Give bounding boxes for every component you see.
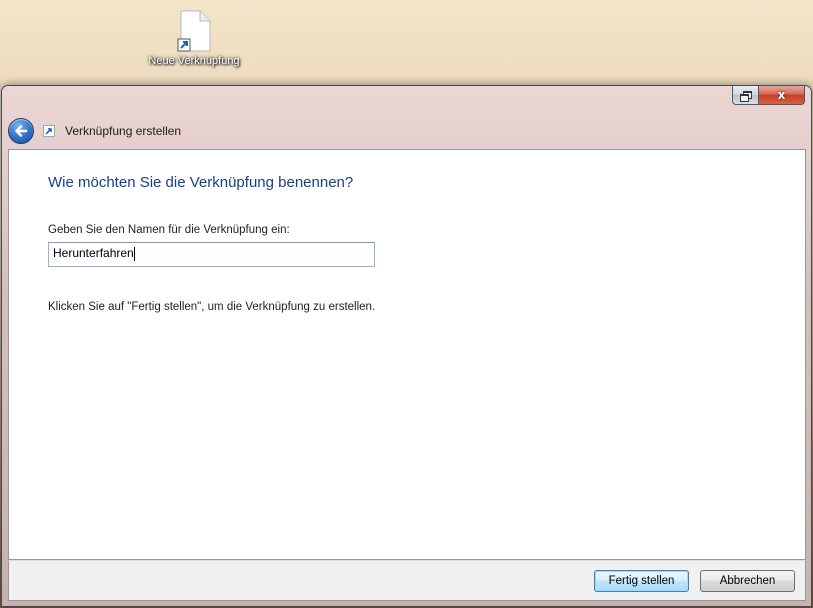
finish-hint-text: Klicken Sie auf "Fertig stellen", um die… — [48, 301, 376, 313]
shortcut-name-input[interactable]: Herunterfahren — [48, 242, 375, 267]
shortcut-name-value: Herunterfahren — [53, 246, 134, 260]
wizard-footer: Fertig stellen Abbrechen — [8, 560, 806, 601]
restore-button[interactable] — [732, 86, 759, 105]
desktop-shortcut[interactable]: Neue Verknüpfung — [140, 10, 248, 80]
back-button[interactable] — [8, 118, 34, 144]
shortcut-name-label: Geben Sie den Namen für die Verknüpfung … — [48, 224, 290, 236]
restore-icon — [740, 90, 752, 102]
shortcut-wizard-icon — [43, 125, 55, 137]
wizard-content: Wie möchten Sie die Verknüpfung benennen… — [8, 149, 806, 560]
finish-button[interactable]: Fertig stellen — [594, 570, 689, 592]
text-caret — [133, 246, 135, 261]
wizard-nav-bar: Verknüpfung erstellen — [8, 116, 181, 146]
caption-buttons: x — [732, 86, 805, 106]
desktop-shortcut-label: Neue Verknüpfung — [148, 55, 240, 67]
close-icon: x — [777, 88, 786, 102]
page-title: Wie möchten Sie die Verknüpfung benennen… — [48, 174, 354, 191]
shortcut-file-icon — [177, 10, 211, 52]
create-shortcut-window: x Verknüpfung erstellen Wie möchten Sie … — [1, 85, 812, 607]
close-button[interactable]: x — [759, 86, 805, 105]
window-title: Verknüpfung erstellen — [65, 124, 182, 138]
cancel-button[interactable]: Abbrechen — [700, 570, 795, 592]
back-arrow-icon — [15, 125, 28, 137]
